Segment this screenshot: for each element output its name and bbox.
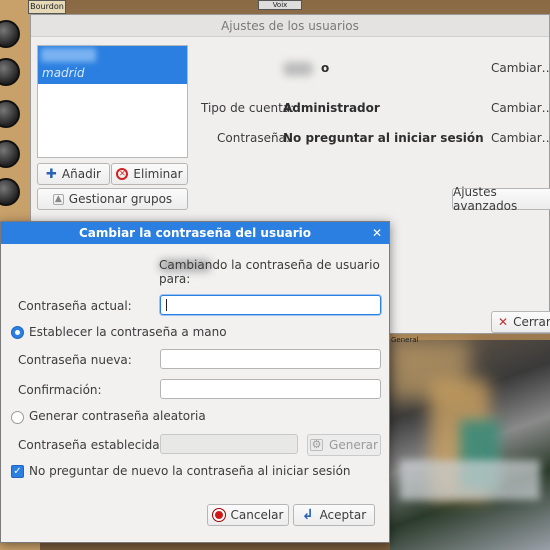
new-password-label: Contraseña nueva: bbox=[18, 353, 132, 367]
dont-ask-label[interactable]: No preguntar de nuevo la contraseña al i… bbox=[29, 464, 351, 478]
organ-stop-label: Voix bbox=[258, 0, 302, 10]
advanced-settings-button[interactable]: Ajustes avanzados bbox=[452, 185, 550, 213]
new-password-input[interactable] bbox=[160, 349, 381, 369]
generated-password-field bbox=[160, 434, 298, 454]
accept-button[interactable]: ↲ Aceptar bbox=[293, 504, 375, 526]
add-user-label: Añadir bbox=[61, 167, 101, 181]
generate-label: Generar bbox=[329, 438, 378, 452]
user-list-item[interactable]: madrid bbox=[38, 46, 187, 84]
change-name-button[interactable]: Cambiar… bbox=[491, 61, 550, 75]
account-type-value: Administrador bbox=[283, 101, 380, 115]
generate-random-radio[interactable] bbox=[11, 411, 24, 424]
remove-icon: ✕ bbox=[116, 168, 129, 180]
close-button[interactable]: ✕ Cerrar bbox=[491, 311, 550, 333]
username-field: o bbox=[321, 61, 330, 75]
accept-arrow-icon: ↲ bbox=[301, 507, 314, 523]
manage-groups-button[interactable]: ▲ Gestionar grupos bbox=[37, 188, 188, 210]
set-manually-label[interactable]: Establecer la contraseña a mano bbox=[29, 325, 227, 339]
window-title: Ajustes de los usuarios bbox=[31, 15, 549, 37]
accept-label: Aceptar bbox=[319, 508, 367, 522]
password-value: No preguntar al iniciar sesión bbox=[283, 131, 484, 145]
current-password-input[interactable] bbox=[160, 295, 381, 315]
change-account-type-button[interactable]: Cambiar… bbox=[491, 101, 550, 115]
manage-groups-label: Gestionar grupos bbox=[68, 192, 173, 206]
changing-for-label: Cambiando la contraseña de usuario para: bbox=[159, 258, 380, 286]
remove-user-button[interactable]: ✕ Eliminar bbox=[111, 163, 188, 185]
user-avatar[interactable] bbox=[283, 62, 313, 76]
text-caret bbox=[166, 299, 167, 311]
password-label: Contraseña: bbox=[217, 131, 290, 145]
cancel-label: Cancelar bbox=[230, 508, 284, 522]
generate-button[interactable]: ⚙ Generar bbox=[307, 434, 381, 456]
confirmation-label: Confirmación: bbox=[18, 383, 102, 397]
generate-random-label[interactable]: Generar contraseña aleatoria bbox=[29, 409, 206, 423]
plus-icon: ✚ bbox=[46, 166, 57, 182]
remove-user-label: Eliminar bbox=[133, 167, 183, 181]
close-icon: ✕ bbox=[498, 315, 509, 329]
dialog-title: Cambiar la contraseña del usuario bbox=[78, 226, 312, 240]
set-manually-radio[interactable] bbox=[11, 326, 24, 339]
user-list[interactable]: madrid bbox=[37, 45, 188, 158]
account-type-label: Tipo de cuenta: bbox=[201, 101, 295, 115]
avatar bbox=[41, 48, 96, 62]
add-user-button[interactable]: ✚ Añadir bbox=[37, 163, 110, 185]
current-password-label: Contraseña actual: bbox=[18, 299, 132, 313]
generate-icon: ⚙ bbox=[310, 438, 324, 451]
background-photo bbox=[390, 340, 550, 550]
dont-ask-checkbox[interactable]: ✓ bbox=[11, 465, 24, 478]
close-label: Cerrar bbox=[513, 315, 550, 329]
organ-stop-label: Bourdon bbox=[28, 0, 66, 14]
cancel-button[interactable]: Cancelar bbox=[207, 504, 289, 526]
user-name: madrid bbox=[42, 66, 85, 80]
close-icon[interactable]: ✕ bbox=[372, 222, 382, 244]
password-set-to-label: Contraseña establecida a: bbox=[18, 438, 175, 452]
change-password-dialog: Cambiar la contraseña del usuario ✕ Camb… bbox=[0, 221, 390, 543]
groups-icon: ▲ bbox=[52, 193, 64, 205]
background-text: General bbox=[391, 336, 419, 344]
dialog-titlebar: Cambiar la contraseña del usuario ✕ bbox=[1, 222, 389, 244]
confirmation-input[interactable] bbox=[160, 379, 381, 399]
change-password-button[interactable]: Cambiar… bbox=[491, 131, 550, 145]
cancel-icon bbox=[212, 509, 225, 521]
